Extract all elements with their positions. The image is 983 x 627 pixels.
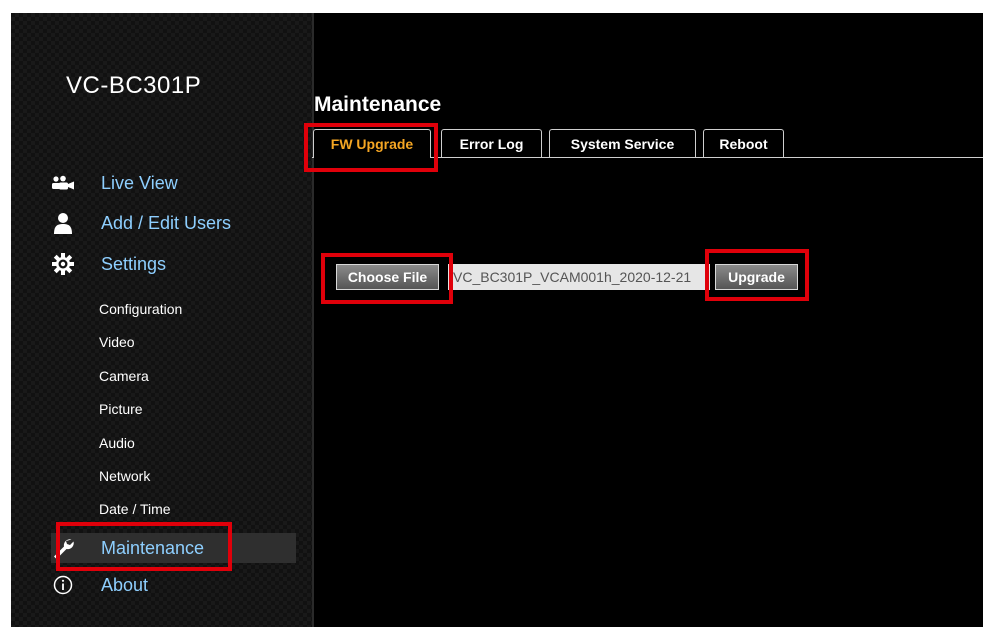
settings-item-picture[interactable]: Picture xyxy=(99,401,143,417)
nav-add-edit-users[interactable]: Add / Edit Users xyxy=(51,208,296,238)
upgrade-button[interactable]: Upgrade xyxy=(715,264,798,290)
info-icon xyxy=(51,573,75,597)
nav-settings[interactable]: Settings xyxy=(51,249,296,279)
tab-fw-upgrade[interactable]: FW Upgrade xyxy=(313,129,431,158)
gear-icon xyxy=(51,252,75,276)
app-frame: VC-BC301P Live View Add / Edit Users Set… xyxy=(11,13,983,627)
page-title: Maintenance xyxy=(314,93,442,116)
wrench-icon xyxy=(51,536,75,560)
tab-system-service[interactable]: System Service xyxy=(549,129,696,157)
brand-title: VC-BC301P xyxy=(66,72,202,99)
group-camera-icon xyxy=(51,171,75,195)
nav-about[interactable]: About xyxy=(51,570,296,600)
nav-maintenance-label: Maintenance xyxy=(101,537,205,558)
settings-item-configuration[interactable]: Configuration xyxy=(99,301,182,317)
settings-item-date-time[interactable]: Date / Time xyxy=(99,501,171,517)
nav-add-edit-users-label: Add / Edit Users xyxy=(101,212,232,233)
nav-about-label: About xyxy=(101,574,149,595)
selected-file-name: VC_BC301P_VCAM001h_2020-12-21 xyxy=(448,264,710,290)
settings-item-network[interactable]: Network xyxy=(99,468,150,484)
tab-error-log[interactable]: Error Log xyxy=(441,129,542,157)
tab-reboot[interactable]: Reboot xyxy=(703,129,784,157)
choose-file-button[interactable]: Choose File xyxy=(336,264,439,290)
nav-maintenance[interactable]: Maintenance xyxy=(51,533,296,563)
sidebar: VC-BC301P Live View Add / Edit Users Set… xyxy=(11,13,312,627)
nav-live-view-label: Live View xyxy=(101,172,178,193)
settings-item-camera[interactable]: Camera xyxy=(99,368,149,384)
settings-item-video[interactable]: Video xyxy=(99,334,135,350)
user-icon xyxy=(51,211,75,235)
settings-item-audio[interactable]: Audio xyxy=(99,435,135,451)
nav-settings-label: Settings xyxy=(101,253,167,274)
nav-live-view[interactable]: Live View xyxy=(51,168,296,198)
